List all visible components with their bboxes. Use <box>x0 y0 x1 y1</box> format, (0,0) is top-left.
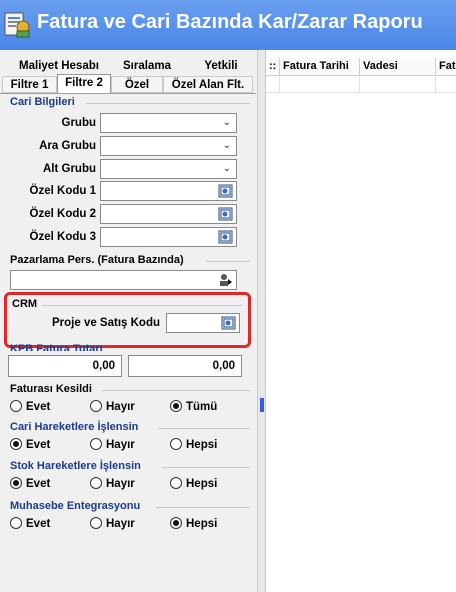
group-divider <box>86 103 250 104</box>
tabs-divider <box>0 93 256 94</box>
table-cell <box>280 77 360 93</box>
lookup-icon[interactable] <box>218 184 233 198</box>
cari-hareketlere-options: Evet Hayır Hepsi <box>10 438 250 456</box>
radio-hayir[interactable]: Hayır <box>90 477 135 490</box>
results-grid: :: Fatura Tarihi Vadesi Fat <box>266 50 456 592</box>
radio-hayir[interactable]: Hayır <box>90 517 135 530</box>
filter-panel: Maliyet Hesabı Sıralama Yetkili Filtre 1… <box>0 50 256 592</box>
radio-hepsi[interactable]: Hepsi <box>170 517 217 530</box>
panel-splitter[interactable] <box>257 50 266 592</box>
pazarlama-title: Pazarlama Pers. (Fatura Bazında) <box>10 254 184 266</box>
table-row[interactable] <box>266 77 456 93</box>
tab-filtre-1[interactable]: Filtre 1 <box>2 76 57 93</box>
tab-yetkili[interactable]: Yetkili <box>196 58 246 75</box>
muhasebe-entegrasyonu-options: Evet Hayır Hepsi <box>10 517 250 535</box>
grubu-label: Grubu <box>61 117 97 129</box>
report-app-icon <box>4 12 30 38</box>
tab-ozel-alan-flt[interactable]: Özel Alan Flt. <box>163 76 253 93</box>
alt-grubu-label: Alt Grubu <box>42 163 96 175</box>
tab-ozel[interactable]: Özel <box>111 76 163 93</box>
kpb-from-field[interactable]: 0,00 <box>8 355 122 377</box>
faturasi-kesildi-title: Faturası Kesildi <box>10 383 92 395</box>
window-title: Fatura ve Cari Bazında Kar/Zarar Raporu <box>37 11 423 33</box>
chevron-down-icon[interactable]: ⌄ <box>223 117 231 128</box>
radio-evet[interactable]: Evet <box>10 438 50 451</box>
grid-header: :: Fatura Tarihi Vadesi Fat <box>266 58 456 76</box>
ozel-kodu-2-field[interactable] <box>100 204 237 224</box>
alt-grubu-combo[interactable]: ⌄ <box>100 159 237 179</box>
tab-siralama[interactable]: Sıralama <box>116 58 178 75</box>
radio-hayir[interactable]: Hayır <box>90 438 135 451</box>
muhasebe-entegrasyonu-title: Muhasebe Entegrasyonu <box>10 500 141 512</box>
table-cell <box>266 77 280 93</box>
radio-hayir[interactable]: Hayır <box>90 400 135 413</box>
title-bar: Fatura ve Cari Bazında Kar/Zarar Raporu <box>0 0 456 50</box>
radio-evet[interactable]: Evet <box>10 400 50 413</box>
table-cell <box>360 77 436 93</box>
group-divider <box>206 261 250 262</box>
radio-tumu[interactable]: Tümü <box>170 400 217 413</box>
tab-maliyet-hesabi[interactable]: Maliyet Hesabı <box>14 58 104 75</box>
ozel-kodu-1-field[interactable] <box>100 181 237 201</box>
ozel-kodu-2-label: Özel Kodu 2 <box>29 208 96 220</box>
group-divider <box>158 428 250 429</box>
ara-grubu-label: Ara Grubu <box>39 140 96 152</box>
radio-hepsi[interactable]: Hepsi <box>170 477 217 490</box>
cari-hareketlere-title: Cari Hareketlere İşlensin <box>10 421 139 433</box>
crm-highlight-box <box>4 292 251 348</box>
radio-hepsi[interactable]: Hepsi <box>170 438 217 451</box>
tab-filtre-2[interactable]: Filtre 2 <box>57 74 111 94</box>
ozel-kodu-3-field[interactable] <box>100 227 237 247</box>
column-fatura-tarihi[interactable]: Fatura Tarihi <box>280 58 360 76</box>
group-divider <box>162 467 250 468</box>
faturasi-kesildi-options: Evet Hayır Tümü <box>10 400 250 418</box>
ara-grubu-combo[interactable]: ⌄ <box>100 136 237 156</box>
chevron-down-icon[interactable]: ⌄ <box>223 140 231 151</box>
grid-indicator-column[interactable]: :: <box>266 58 280 76</box>
group-divider <box>156 507 250 508</box>
column-fat[interactable]: Fat <box>436 58 456 76</box>
chevron-down-icon[interactable]: ⌄ <box>223 163 231 174</box>
ozel-kodu-1-label: Özel Kodu 1 <box>29 185 96 197</box>
grubu-combo[interactable]: ⌄ <box>100 113 237 133</box>
radio-evet[interactable]: Evet <box>10 477 50 490</box>
column-vadesi[interactable]: Vadesi <box>360 58 436 76</box>
cari-bilgileri-title: Cari Bilgileri <box>10 96 75 108</box>
splitter-handle[interactable] <box>260 398 264 412</box>
group-divider <box>102 390 250 391</box>
kpb-to-field[interactable]: 0,00 <box>128 355 242 377</box>
lookup-icon[interactable] <box>218 230 233 244</box>
ozel-kodu-3-label: Özel Kodu 3 <box>29 231 96 243</box>
kpb-title: KPB Fatura Tutarı <box>10 343 103 351</box>
stok-hareketlere-options: Evet Hayır Hepsi <box>10 477 250 495</box>
pazarlama-field[interactable] <box>10 270 237 290</box>
person-lookup-icon[interactable] <box>218 273 233 287</box>
radio-evet[interactable]: Evet <box>10 517 50 530</box>
stok-hareketlere-title: Stok Hareketlere İşlensin <box>10 460 141 472</box>
lookup-icon[interactable] <box>218 207 233 221</box>
